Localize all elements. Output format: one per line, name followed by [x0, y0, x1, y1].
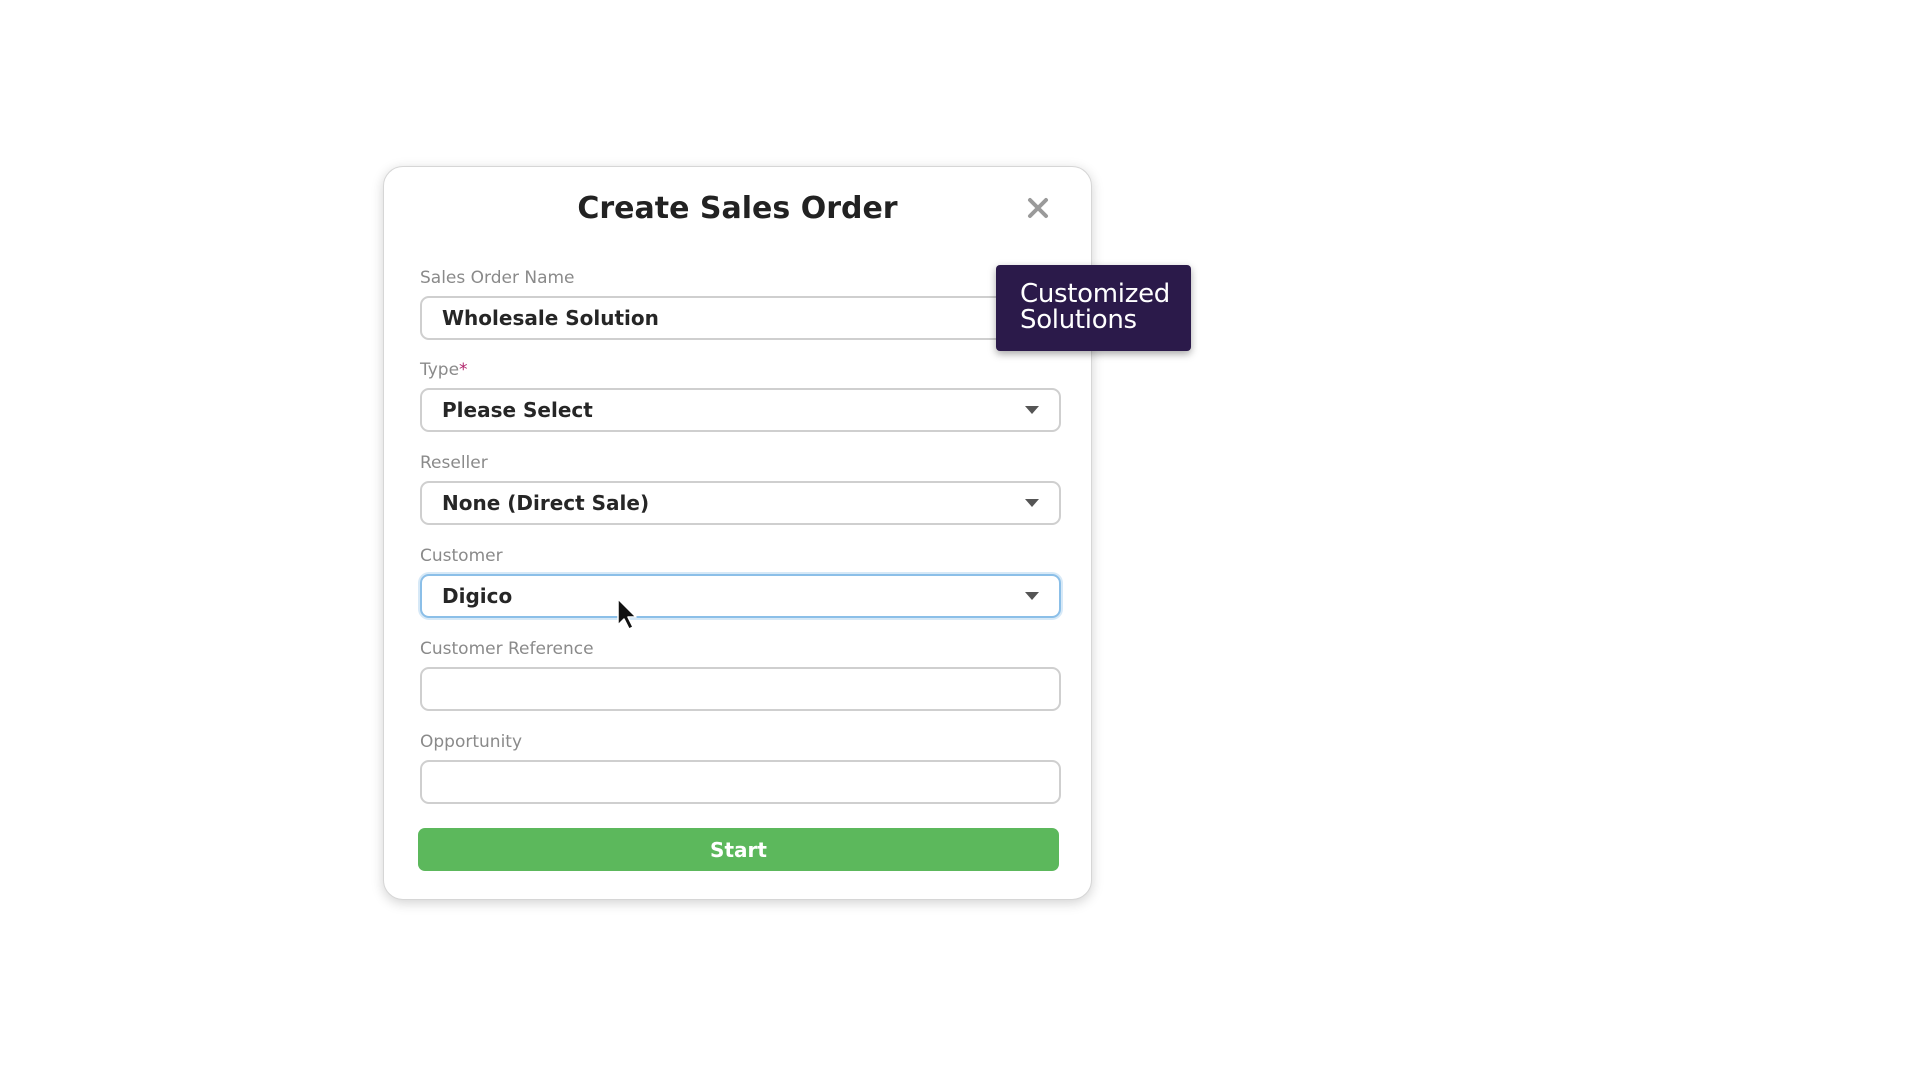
sales-order-name-value: Wholesale Solution	[442, 306, 659, 330]
chevron-down-icon	[1025, 592, 1039, 600]
customer-reference-input[interactable]	[420, 667, 1061, 711]
tooltip: Customized Solutions	[996, 265, 1191, 351]
customer-reference-label: Customer Reference	[420, 639, 594, 659]
start-button[interactable]: Start	[418, 828, 1059, 871]
customer-reference-field: Customer Reference	[420, 638, 1061, 711]
sales-order-name-field: Sales Order Name Wholesale Solution	[420, 267, 1061, 340]
opportunity-input[interactable]	[420, 760, 1061, 804]
close-button[interactable]	[1023, 193, 1053, 223]
reseller-label: Reseller	[420, 453, 488, 473]
opportunity-field: Opportunity	[420, 731, 1061, 804]
sales-order-name-input[interactable]: Wholesale Solution	[420, 296, 1061, 340]
customer-label: Customer	[420, 546, 503, 566]
close-icon	[1028, 198, 1048, 218]
create-sales-order-dialog: Create Sales Order Sales Order Name Whol…	[383, 166, 1092, 900]
customer-field: Customer Digico	[420, 545, 1061, 618]
type-select[interactable]: Please Select	[420, 388, 1061, 432]
chevron-down-icon	[1025, 499, 1039, 507]
customer-select[interactable]: Digico	[420, 574, 1061, 618]
reseller-value: None (Direct Sale)	[442, 491, 650, 515]
dialog-title: Create Sales Order	[577, 191, 898, 226]
type-label: Type*	[420, 360, 468, 380]
reseller-field: Reseller None (Direct Sale)	[420, 452, 1061, 525]
customer-value: Digico	[442, 584, 513, 608]
required-mark: *	[459, 360, 468, 380]
sales-order-name-label: Sales Order Name	[420, 268, 575, 288]
mouse-cursor-icon	[617, 598, 637, 630]
chevron-down-icon	[1025, 406, 1039, 414]
reseller-select[interactable]: None (Direct Sale)	[420, 481, 1061, 525]
type-value: Please Select	[442, 398, 593, 422]
tooltip-line-2: Solutions	[1020, 305, 1137, 335]
type-field: Type* Please Select	[420, 359, 1061, 432]
tooltip-line-1: Customized	[1020, 279, 1170, 309]
opportunity-label: Opportunity	[420, 732, 523, 752]
